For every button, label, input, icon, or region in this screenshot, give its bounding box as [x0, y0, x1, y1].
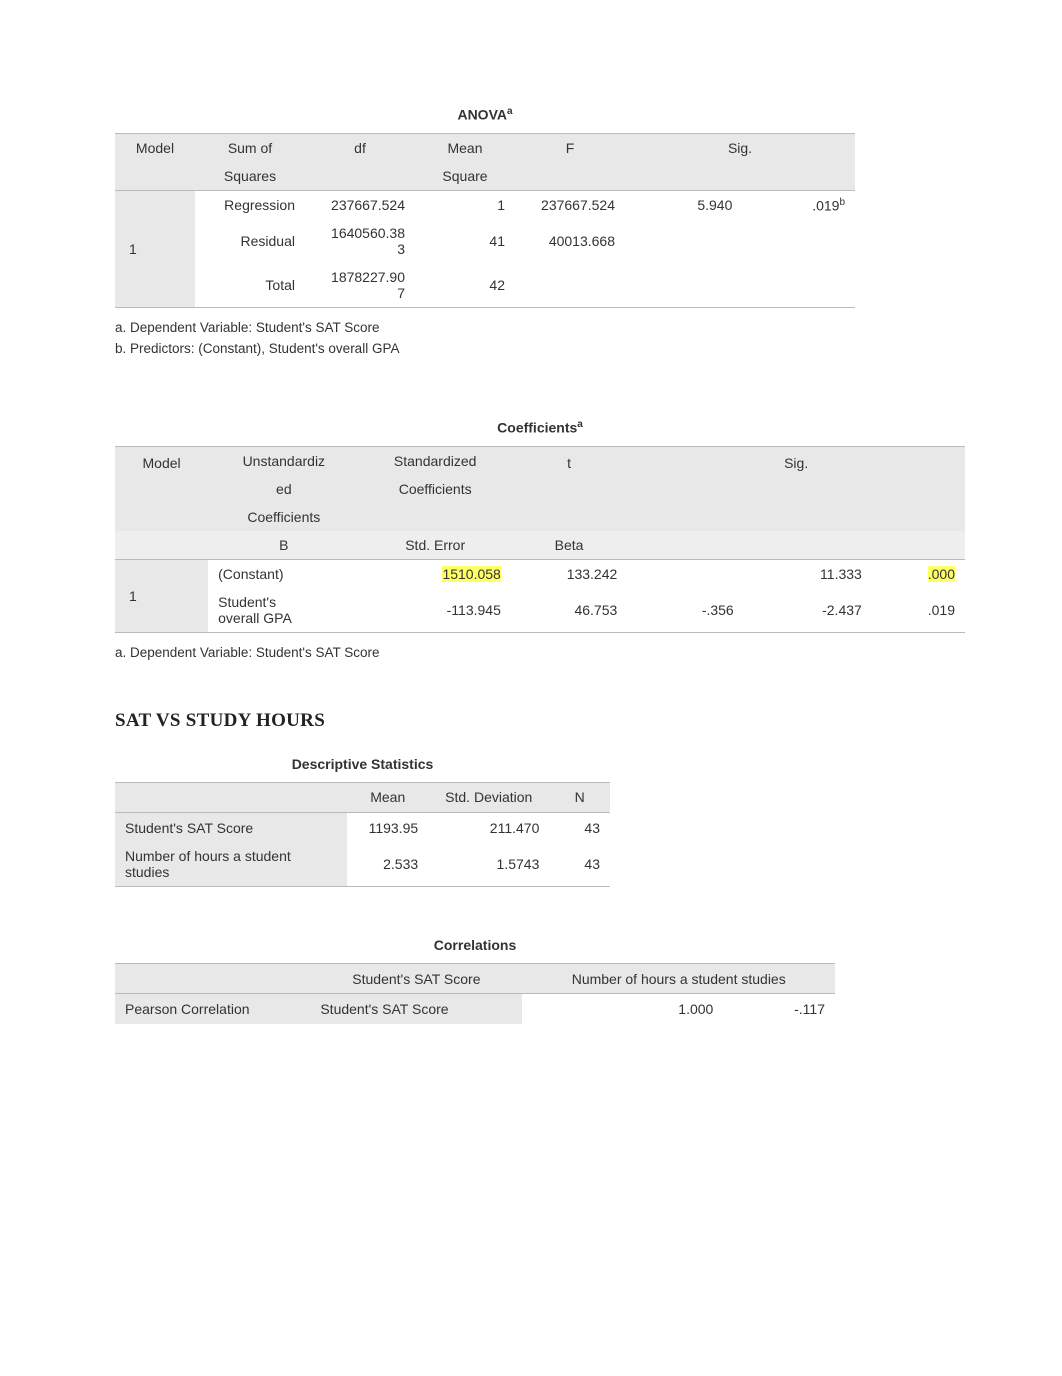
cell-label2: Student's SAT Score [310, 994, 522, 1024]
col-t: t [511, 446, 627, 531]
cell-label: Student's SAT Score [115, 812, 347, 842]
cell-sig: .019b [742, 190, 855, 219]
cell-f: 5.940 [625, 190, 742, 219]
cell-df: 42 [415, 263, 515, 308]
cell-b: 1510.058 [360, 559, 511, 588]
cell-label: Regression [195, 190, 305, 219]
col-hours: Number of hours a student studies [522, 964, 835, 994]
cell-label: Residual [195, 219, 305, 263]
cell-ss: 1640560.383 [305, 219, 415, 263]
anova-footnote-a: a. Dependent Variable: Student's SAT Sco… [100, 316, 982, 337]
cell-label: Number of hours a studentstudies [115, 842, 347, 887]
cell-sd: 211.470 [428, 812, 549, 842]
correlations-table: Correlations Student's SAT Score Number … [115, 931, 835, 1024]
cell-sd: 1.5743 [428, 842, 549, 887]
coef-row-gpa: Student'soverall GPA -113.945 46.753 -.3… [115, 588, 965, 633]
col-ss: Sum of [195, 133, 305, 162]
cell-ss: 1878227.907 [305, 263, 415, 308]
anova-sup: a [507, 106, 513, 117]
anova-table: ANOVAa Model Sum of df Mean F Sig. Squar… [115, 100, 855, 308]
cell-b: -113.945 [360, 588, 511, 633]
corr-caption: Correlations [115, 931, 835, 963]
col-model: Model [115, 133, 195, 162]
cell-n: 43 [549, 812, 610, 842]
cell-mean: 2.533 [347, 842, 428, 887]
corr-row-pearson: Pearson Correlation Student's SAT Score … [115, 994, 835, 1024]
col-sat: Student's SAT Score [310, 964, 522, 994]
coef-table-wrap: Coefficientsa Model Unstandardiz Standar… [100, 413, 982, 633]
anova-row-residual: Residual 1640560.383 41 40013.668 [115, 219, 855, 263]
cell-label1: Pearson Correlation [115, 994, 310, 1024]
cell-t: 11.333 [744, 559, 872, 588]
anova-table-wrap: ANOVAa Model Sum of df Mean F Sig. Squar… [100, 100, 982, 308]
cell-mean: 1193.95 [347, 812, 428, 842]
col-model: Model [115, 446, 208, 531]
cell-beta: -.356 [627, 588, 743, 633]
col-sig: Sig. [625, 133, 855, 162]
col-n: N [549, 782, 610, 812]
anova-row-total: Total 1878227.907 42 [115, 263, 855, 308]
coef-sup: a [577, 419, 583, 430]
coef-footnote: a. Dependent Variable: Student's SAT Sco… [100, 641, 982, 662]
model-num: 1 [115, 190, 195, 308]
cell-sig: .000 [872, 559, 965, 588]
coef-subheader: B Std. Error Beta [115, 531, 965, 560]
col-std: Standardized [360, 446, 511, 475]
coef-caption: Coefficientsa [115, 413, 965, 446]
col-f: F [515, 133, 625, 162]
col-sig: Sig. [627, 446, 965, 531]
anova-row-regression: 1 Regression 237667.524 1 237667.524 5.9… [115, 190, 855, 219]
col-se: Std. Error [360, 531, 511, 560]
coef-title: Coefficients [497, 420, 577, 436]
cell-t: -2.437 [744, 588, 872, 633]
descriptive-stats-table: Descriptive Statistics Mean Std. Deviati… [115, 750, 610, 888]
desc-row-sat: Student's SAT Score 1193.95 211.470 43 [115, 812, 610, 842]
cell-ms: 237667.524 [515, 190, 625, 219]
cell-n: 43 [549, 842, 610, 887]
section-title: SAT VS STUDY HOURS [115, 710, 982, 732]
anova-title: ANOVA [457, 107, 507, 123]
cell-df: 1 [415, 190, 515, 219]
col-b: B [208, 531, 359, 560]
cell-label: (Constant) [208, 559, 359, 588]
corr-header-row: Student's SAT Score Number of hours a st… [115, 964, 835, 994]
coef-header-row: Model Unstandardiz Standardized t Sig. [115, 446, 965, 475]
cell-sig: .019 [872, 588, 965, 633]
coefficients-table: Coefficientsa Model Unstandardiz Standar… [115, 413, 965, 633]
coef-row-constant: 1 (Constant) 1510.058 133.242 11.333 .00… [115, 559, 965, 588]
cell-v1: 1.000 [522, 994, 723, 1024]
cell-df: 41 [415, 219, 515, 263]
col-ms: Mean [415, 133, 515, 162]
model-num: 1 [115, 559, 208, 632]
cell-se: 133.242 [511, 559, 627, 588]
corr-table-wrap: Correlations Student's SAT Score Number … [100, 931, 982, 1024]
desc-caption: Descriptive Statistics [115, 750, 610, 782]
col-mean: Mean [347, 782, 428, 812]
anova-header-row2: Squares Square [115, 162, 855, 191]
desc-table-wrap: Descriptive Statistics Mean Std. Deviati… [100, 750, 982, 888]
desc-row-hours: Number of hours a studentstudies 2.533 1… [115, 842, 610, 887]
desc-header-row: Mean Std. Deviation N [115, 782, 610, 812]
cell-label: Student'soverall GPA [208, 588, 359, 633]
anova-caption: ANOVAa [115, 100, 855, 133]
cell-ss: 237667.524 [305, 190, 415, 219]
cell-label: Total [195, 263, 305, 308]
anova-header-row: Model Sum of df Mean F Sig. [115, 133, 855, 162]
cell-se: 46.753 [511, 588, 627, 633]
col-ms2: Square [415, 162, 515, 191]
col-ss2: Squares [195, 162, 305, 191]
cell-v2: -.117 [723, 994, 835, 1024]
cell-beta [627, 559, 743, 588]
col-beta: Beta [511, 531, 627, 560]
col-sd: Std. Deviation [428, 782, 549, 812]
cell-ms: 40013.668 [515, 219, 625, 263]
col-df: df [305, 133, 415, 162]
col-unstd: Unstandardiz [208, 446, 359, 475]
anova-footnote-b: b. Predictors: (Constant), Student's ove… [100, 337, 982, 358]
